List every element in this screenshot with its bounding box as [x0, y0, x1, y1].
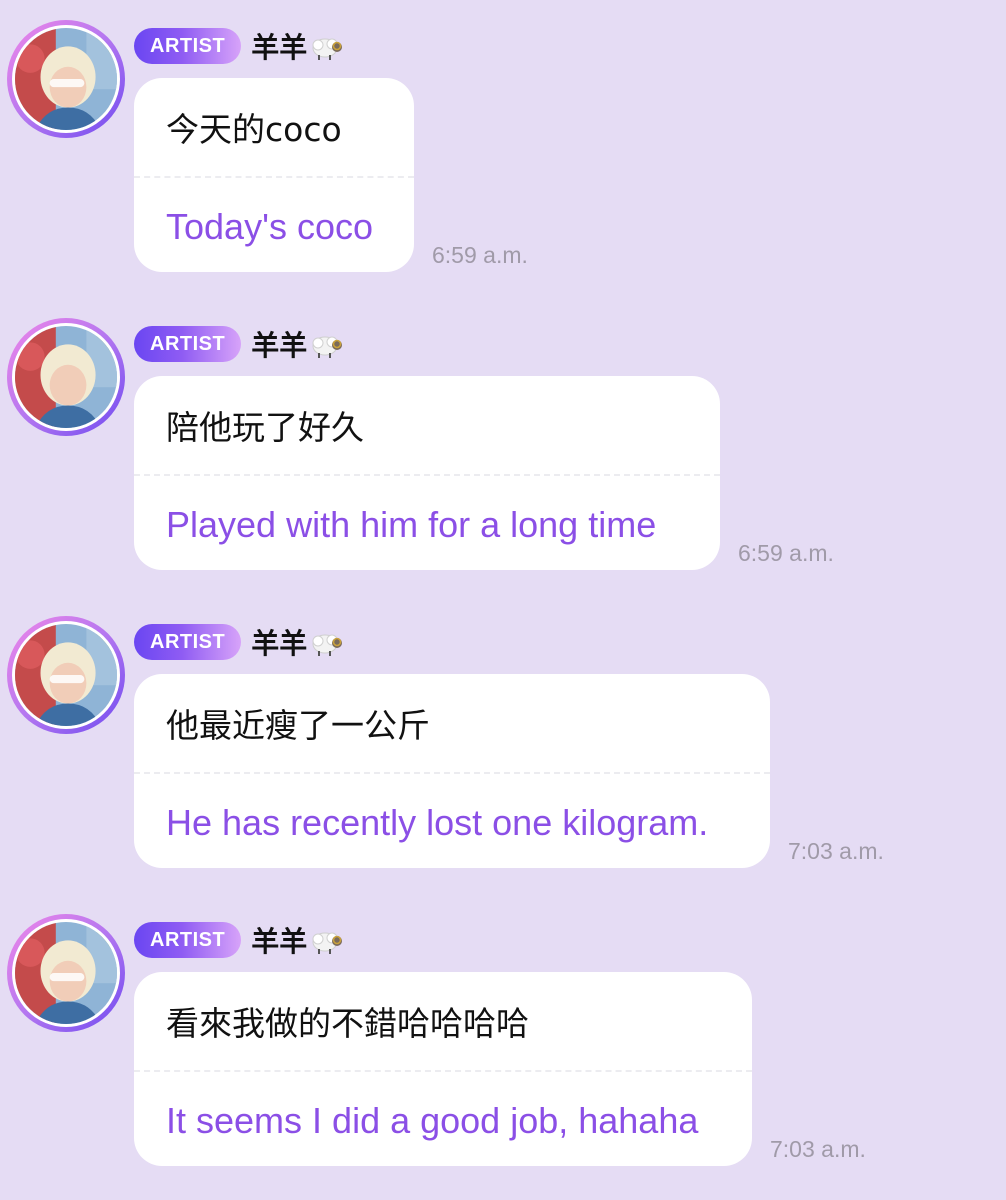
avatar-photo: [15, 326, 117, 428]
divider: [134, 176, 414, 178]
timestamp: 6:59 a.m.: [738, 540, 834, 566]
chat-message: ARTIST 羊羊 今天的coco Today's coco 6:59 a.m.: [0, 0, 1006, 280]
divider: [134, 1070, 752, 1072]
sheep-icon: [312, 634, 343, 656]
avatar[interactable]: [7, 20, 125, 138]
original-text: 今天的coco: [166, 110, 342, 149]
avatar[interactable]: [7, 914, 125, 1032]
avatar[interactable]: [7, 318, 125, 436]
artist-badge: ARTIST: [134, 28, 242, 64]
avatar-photo: [15, 624, 117, 726]
username[interactable]: 羊羊: [251, 622, 307, 662]
message-header: ARTIST 羊羊: [134, 623, 344, 661]
timestamp: 6:59 a.m.: [432, 242, 528, 268]
message-bubble[interactable]: 他最近瘦了一公斤 He has recently lost one kilogr…: [134, 674, 770, 868]
message-bubble[interactable]: 陪他玩了好久 Played with him for a long time: [134, 376, 720, 570]
timestamp: 7:03 a.m.: [770, 1136, 866, 1162]
username[interactable]: 羊羊: [251, 324, 307, 364]
artist-badge: ARTIST: [134, 326, 242, 362]
translated-text: He has recently lost one kilogram.: [166, 802, 709, 843]
artist-badge: ARTIST: [134, 624, 242, 660]
translated-text: Played with him for a long time: [166, 504, 657, 545]
chat-message: ARTIST 羊羊 他最近瘦了一公斤 He has recently lost …: [0, 596, 1006, 876]
username[interactable]: 羊羊: [251, 920, 307, 960]
original-text: 陪他玩了好久: [166, 408, 364, 447]
chat-message: ARTIST 羊羊 陪他玩了好久 Played with him for a l…: [0, 298, 1006, 578]
avatar[interactable]: [7, 616, 125, 734]
chat-message: ARTIST 羊羊 看來我做的不錯哈哈哈哈 It seems I did a g…: [0, 894, 1006, 1174]
sheep-icon: [312, 932, 343, 954]
sheep-icon: [312, 38, 343, 60]
original-text: 他最近瘦了一公斤: [166, 706, 430, 745]
translated-text: It seems I did a good job, hahaha: [166, 1100, 699, 1141]
divider: [134, 772, 770, 774]
message-bubble[interactable]: 今天的coco Today's coco: [134, 78, 414, 272]
avatar-photo: [15, 922, 117, 1024]
divider: [134, 474, 720, 476]
translated-text: Today's coco: [166, 206, 373, 247]
avatar-photo: [15, 28, 117, 130]
message-header: ARTIST 羊羊: [134, 27, 344, 65]
message-bubble[interactable]: 看來我做的不錯哈哈哈哈 It seems I did a good job, h…: [134, 972, 752, 1166]
username[interactable]: 羊羊: [251, 26, 307, 66]
timestamp: 7:03 a.m.: [788, 838, 884, 864]
message-header: ARTIST 羊羊: [134, 325, 344, 363]
artist-badge: ARTIST: [134, 922, 242, 958]
message-header: ARTIST 羊羊: [134, 921, 344, 959]
original-text: 看來我做的不錯哈哈哈哈: [166, 1004, 529, 1043]
sheep-icon: [312, 336, 343, 358]
